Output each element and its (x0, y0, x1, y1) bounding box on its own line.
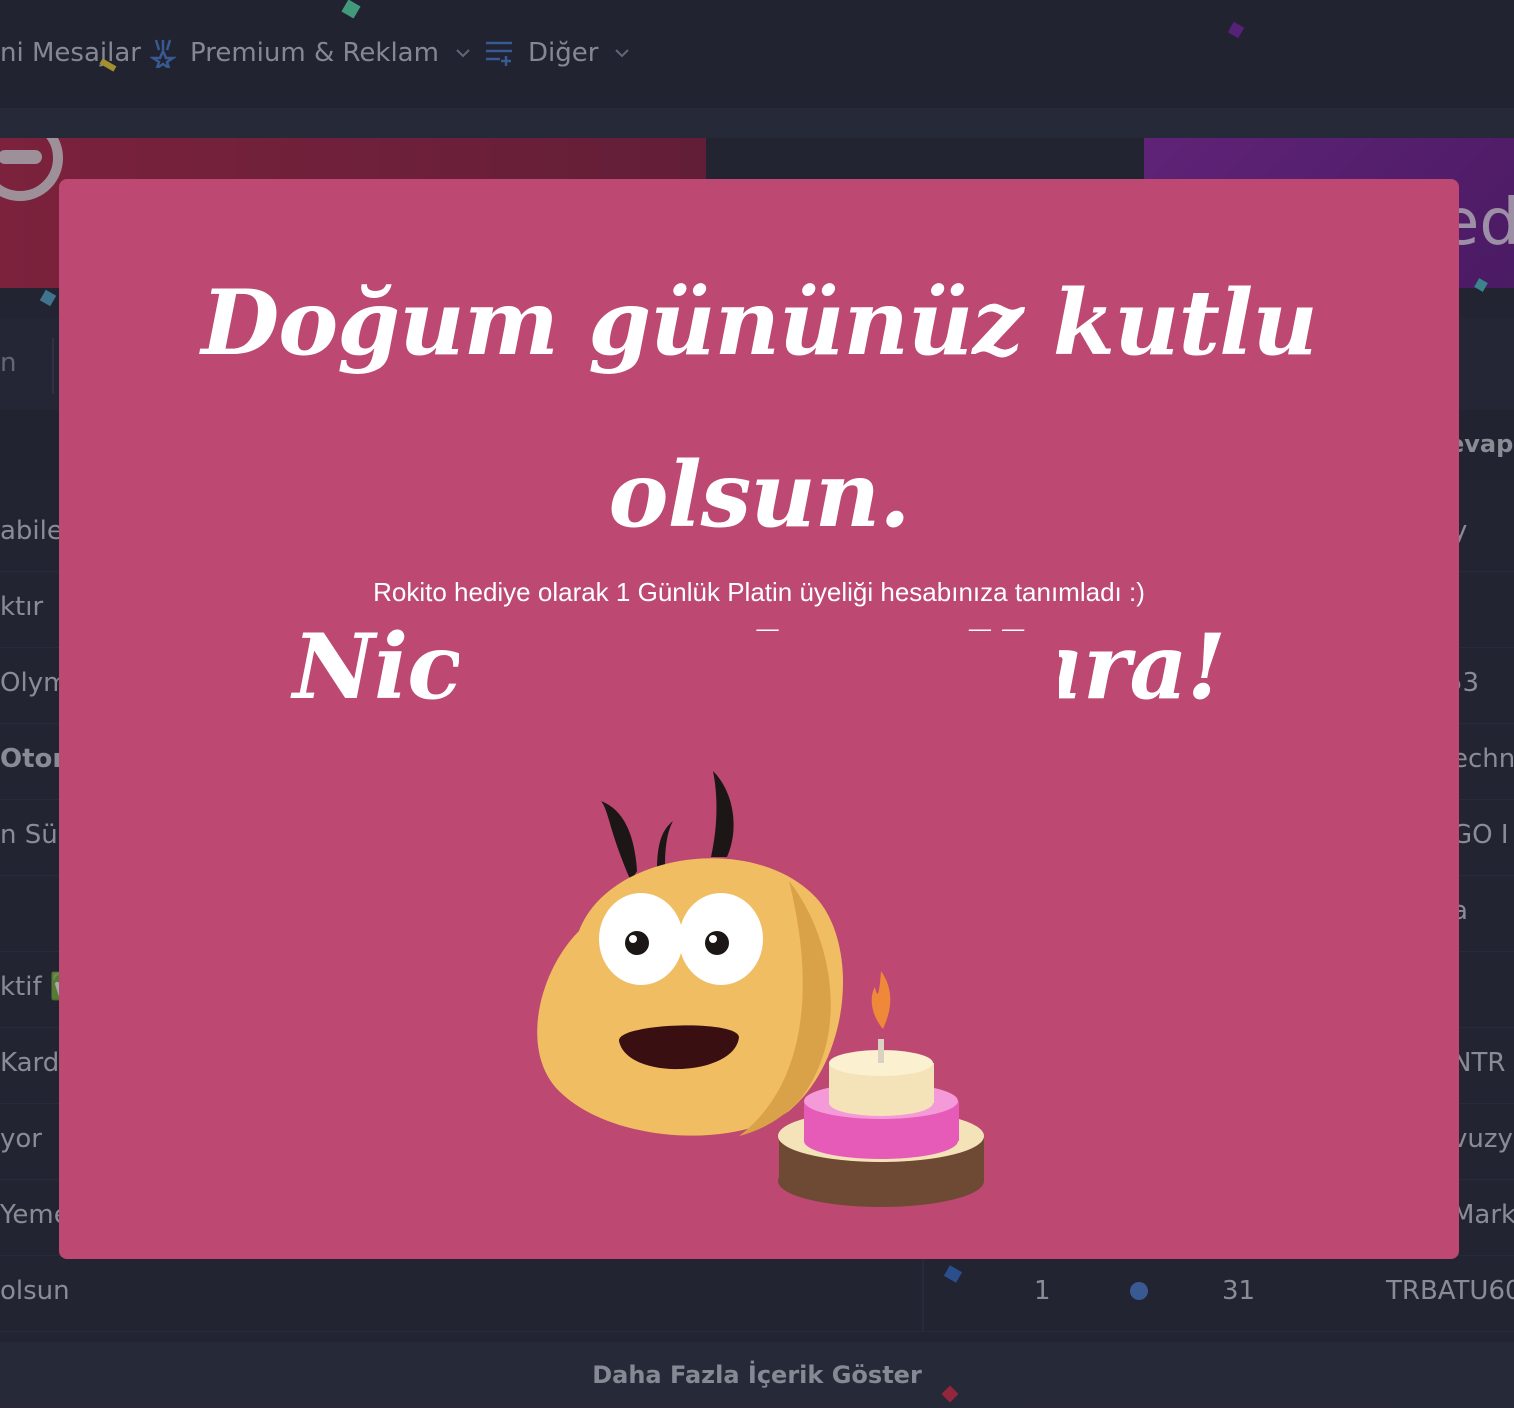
candle (878, 1039, 884, 1063)
pupil-right (705, 931, 729, 955)
pupil-left (625, 931, 649, 955)
birthday-modal: Doğum gününüz kutlu olsun. Nice mutlu yı… (59, 179, 1459, 1259)
title-line-1: Doğum gününüz kutlu olsun. (201, 270, 1318, 548)
modal-subtitle: Rokito hediye olarak 1 Günlük Platin üye… (373, 577, 1145, 607)
birthday-character-illustration (459, 631, 1059, 1231)
